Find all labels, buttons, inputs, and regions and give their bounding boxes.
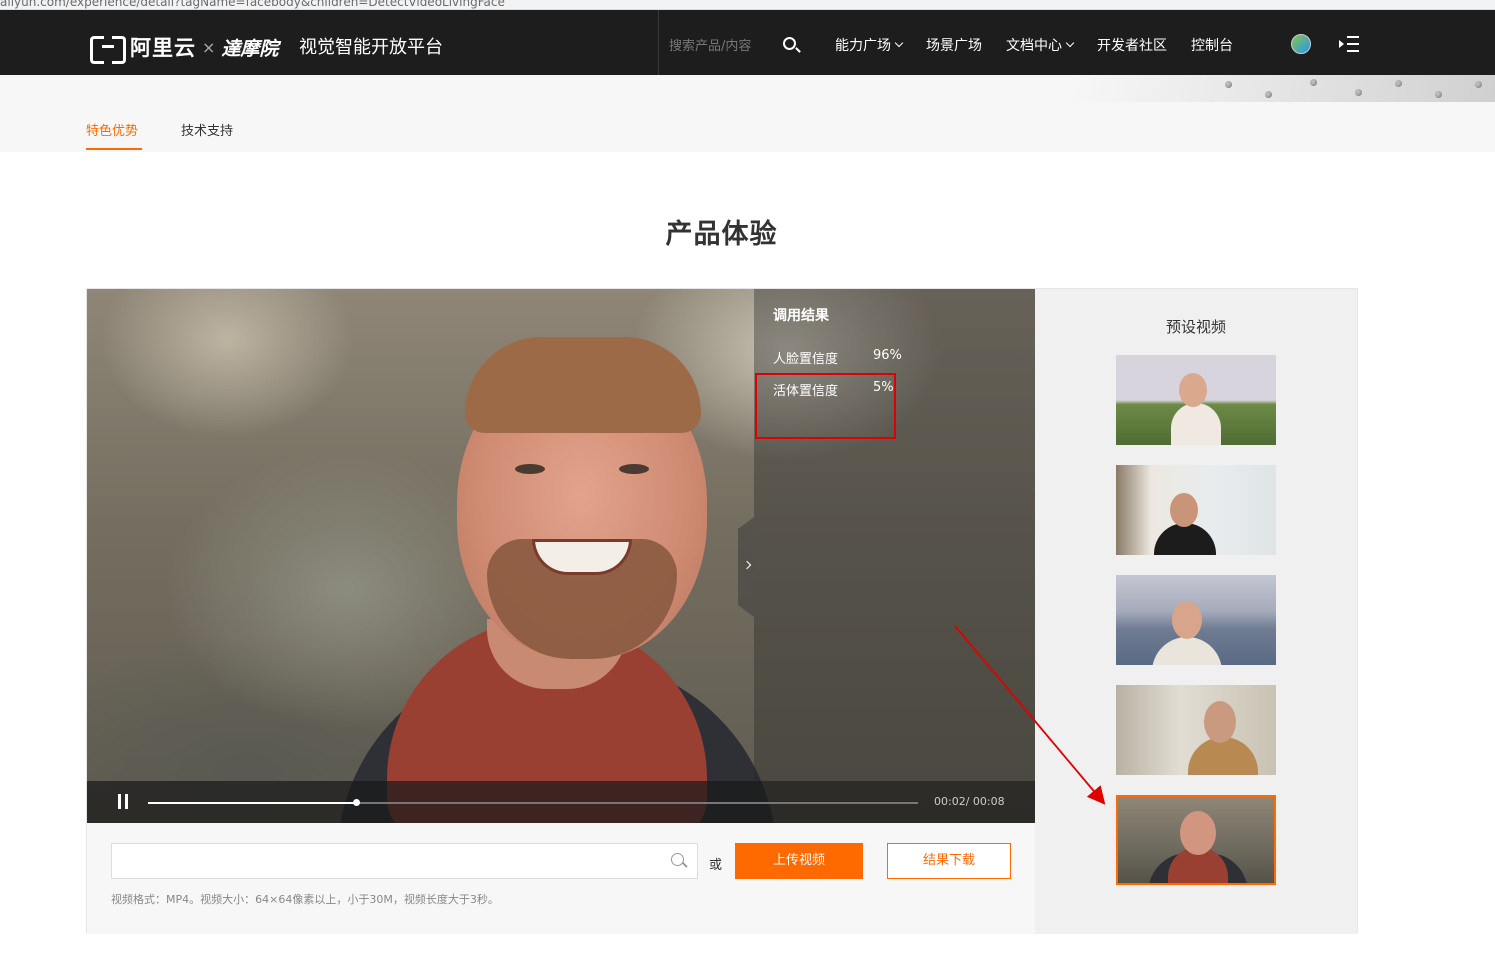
video-url-input[interactable] [111, 843, 698, 879]
nav-item-label: 文档中心 [1006, 38, 1062, 54]
duration: 00:08 [972, 795, 1005, 808]
download-results-button[interactable]: 结果下载 [887, 843, 1011, 879]
video-time: 00:02/ 00:08 [934, 795, 1005, 808]
tab-features[interactable]: 特色优势 [86, 120, 138, 139]
nav-item-label: 场景广场 [926, 38, 982, 54]
aliyun-damo-logo[interactable]: 阿里云 × 達摩院 [90, 32, 279, 64]
chevron-down-icon [1065, 38, 1075, 48]
current-time: 00:02/ [934, 795, 970, 808]
annotation-highlight-box [755, 373, 896, 439]
progress-track[interactable] [148, 799, 918, 806]
nav-menu: 能力广场 场景广场 文档中心 开发者社区 控制台 [835, 35, 1257, 55]
nav-item-capability[interactable]: 能力广场 [835, 35, 904, 55]
preset-video-thumbnail[interactable] [1116, 465, 1276, 555]
upload-bar: 或 上传视频 结果下载 视频格式：MP4。视频大小：64×64像素以上，小于30… [87, 823, 1035, 934]
decorative-banner [1075, 75, 1495, 102]
aliyun-logo-icon [90, 36, 126, 64]
nav-item-console[interactable]: 控制台 [1191, 35, 1233, 55]
pause-icon[interactable] [118, 794, 130, 809]
result-label: 人脸置信度 [773, 352, 839, 367]
product-demo: 调用结果 人脸置信度 96% 活体置信度 5% 00:02/ 00:08 或 上… [86, 288, 1358, 934]
preset-video-thumbnail-selected[interactable] [1116, 795, 1276, 885]
video-subject-hair [465, 337, 701, 433]
platform-title[interactable]: 视觉智能开放平台 [299, 33, 443, 59]
results-title: 调用结果 [773, 308, 829, 324]
nav-item-community[interactable]: 开发者社区 [1097, 35, 1167, 55]
preset-video-thumbnail[interactable] [1116, 685, 1276, 775]
menu-collapse-icon[interactable] [1339, 36, 1359, 52]
tab-tech-support[interactable]: 技术支持 [181, 120, 233, 139]
chevron-down-icon [894, 38, 904, 48]
browser-url: aliyun.com/experience/detail?tagName=fac… [0, 0, 505, 9]
preset-videos-panel: 预设视频 [1035, 289, 1357, 934]
upload-video-button[interactable]: 上传视频 [735, 843, 863, 879]
sub-navigation: 特色优势 技术支持 [0, 75, 1495, 152]
preset-title: 预设视频 [1165, 318, 1226, 336]
search-icon[interactable] [783, 37, 796, 50]
progress-fill [148, 802, 356, 804]
damo-logo-text: 達摩院 [221, 37, 279, 60]
user-avatar[interactable] [1291, 34, 1311, 54]
video-player[interactable]: 调用结果 人脸置信度 96% 活体置信度 5% 00:02/ 00:08 [87, 289, 1035, 823]
format-hint: 视频格式：MP4。视频大小：64×64像素以上，小于30M，视频长度大于3秒。 [111, 893, 499, 906]
results-panel: 调用结果 人脸置信度 96% 活体置信度 5% [738, 289, 1035, 781]
preset-video-thumbnail[interactable] [1116, 355, 1276, 445]
search-placeholder: 搜索产品/内容 [669, 39, 752, 54]
or-text: 或 [709, 858, 723, 873]
section-title: 产品体验 [665, 219, 778, 250]
nav-item-docs[interactable]: 文档中心 [1006, 35, 1075, 55]
video-subject-eye [515, 464, 545, 474]
nav-item-scenario[interactable]: 场景广场 [926, 35, 982, 55]
logo-x: × [202, 37, 216, 57]
logo-text: 阿里云 [130, 36, 196, 60]
browser-url-bar[interactable]: aliyun.com/experience/detail?tagName=fac… [0, 0, 1495, 10]
search-icon[interactable] [671, 853, 684, 866]
active-tab-indicator [86, 148, 142, 150]
nav-item-label: 控制台 [1191, 38, 1233, 54]
preset-video-thumbnail[interactable] [1116, 575, 1276, 665]
video-subject-eye [619, 464, 649, 474]
nav-item-label: 开发者社区 [1097, 38, 1167, 54]
result-row-face: 人脸置信度 96% [773, 348, 902, 367]
result-value: 96% [873, 348, 902, 363]
progress-thumb[interactable] [352, 799, 360, 806]
nav-item-label: 能力广场 [835, 38, 891, 54]
video-controls: 00:02/ 00:08 [87, 781, 1035, 823]
nav-search[interactable]: 搜索产品/内容 [658, 10, 810, 75]
top-navigation: 阿里云 × 達摩院 视觉智能开放平台 搜索产品/内容 能力广场 场景广场 文档中… [0, 10, 1495, 75]
